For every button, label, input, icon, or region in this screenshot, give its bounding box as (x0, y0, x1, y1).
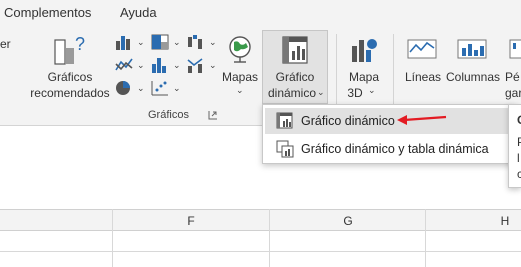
sparkline-column-label: Columnas (445, 70, 501, 84)
column-chart-icon[interactable] (114, 33, 136, 51)
sparkline-winloss-label-2: gar (505, 86, 521, 100)
combo-chart-icon[interactable] (186, 56, 208, 74)
hierarchy-chart-chevron-icon[interactable]: ⌄ (173, 37, 181, 48)
pie-chart-icon[interactable] (114, 79, 136, 97)
line-chart-chevron-icon[interactable]: ⌄ (137, 60, 145, 71)
scatter-chart-chevron-icon[interactable]: ⌄ (173, 83, 181, 94)
column-divider (425, 209, 426, 267)
column-divider (112, 209, 113, 267)
sparkline-winloss-icon (509, 39, 521, 59)
pivot-chart-label-2: dinámico (267, 86, 317, 100)
red-arrow-annotation-icon (397, 115, 447, 125)
tab-complementos[interactable]: Complementos (4, 5, 91, 20)
maps-label: Mapas (221, 70, 259, 84)
tooltip-line-1: G (517, 113, 521, 127)
ribbon-tab-bar: Complementos Ayuda (0, 0, 521, 28)
tab-ayuda[interactable]: Ayuda (120, 5, 157, 20)
menu-item-pivot-chart-and-table-label: Gráfico dinámico y tabla dinámica (301, 142, 489, 156)
dialog-launcher-icon[interactable] (208, 110, 218, 120)
svg-text:?: ? (75, 34, 85, 54)
tooltip-line-2: P (517, 135, 521, 149)
menu-item-pivot-chart-and-table[interactable]: Gráfico dinámico y tabla dinámica (265, 136, 511, 162)
statistic-chart-icon[interactable] (150, 56, 172, 74)
pivot-chart-table-icon (276, 140, 294, 158)
row-divider (0, 251, 521, 252)
maps-chevron-icon: ⌄ (236, 85, 244, 95)
menu-item-pivot-chart-label: Gráfico dinámico (301, 114, 395, 128)
waterfall-chart-chevron-icon[interactable]: ⌄ (209, 37, 217, 48)
combo-chart-chevron-icon[interactable]: ⌄ (209, 60, 217, 71)
statistic-chart-chevron-icon[interactable]: ⌄ (173, 60, 181, 71)
map-3d-label-1: Mapa (348, 70, 380, 84)
map-3d-label-2: 3D (347, 86, 363, 100)
truncated-ribbon-text: er (0, 37, 11, 51)
tooltip-partial: G P l c (508, 104, 521, 188)
column-header-bar: F G H (0, 209, 521, 231)
hierarchy-chart-icon[interactable] (150, 33, 172, 51)
pivot-chart-dropdown-menu: Gráfico dinámico Gráfico dinámico y tabl… (262, 104, 514, 164)
column-header-f[interactable]: F (181, 214, 201, 228)
map-3d-icon (352, 39, 377, 62)
ribbon-separator (336, 34, 337, 104)
recommended-charts-label-2: recomendados (30, 86, 110, 100)
sparkline-line-icon (407, 39, 437, 59)
sparkline-column-icon (457, 39, 487, 59)
recommended-charts-icon: ? (54, 34, 85, 65)
sparkline-line-label: Líneas (404, 70, 442, 84)
column-header-g[interactable]: G (338, 214, 358, 228)
tooltip-line-4: c (517, 167, 521, 181)
column-chart-chevron-icon[interactable]: ⌄ (137, 37, 145, 48)
ribbon-separator-2 (393, 34, 394, 104)
column-header-h[interactable]: H (495, 214, 515, 228)
scatter-chart-icon[interactable] (150, 79, 172, 97)
globe-icon (229, 36, 251, 63)
recommended-charts-label-1: Gráficos (47, 70, 93, 84)
waterfall-chart-icon[interactable] (186, 33, 208, 51)
line-chart-icon[interactable] (114, 56, 136, 74)
pivot-chart-chevron-icon: ⌄ (317, 87, 325, 97)
column-divider (269, 209, 270, 267)
pivot-chart-label-1: Gráfico (275, 70, 315, 84)
pivot-chart-small-icon (276, 112, 293, 129)
map-3d-chevron-icon: ⌄ (368, 85, 376, 95)
pie-chart-chevron-icon[interactable]: ⌄ (137, 83, 145, 94)
menu-item-pivot-chart[interactable]: Gráfico dinámico (265, 108, 511, 134)
pivot-chart-button[interactable]: Gráfico dinámico ⌄ (262, 30, 328, 104)
pivot-chart-icon (282, 36, 308, 64)
tooltip-line-3: l (517, 151, 520, 165)
sparkline-winloss-label-1: Pé (505, 70, 520, 84)
charts-group-label: Gráficos (148, 109, 189, 121)
